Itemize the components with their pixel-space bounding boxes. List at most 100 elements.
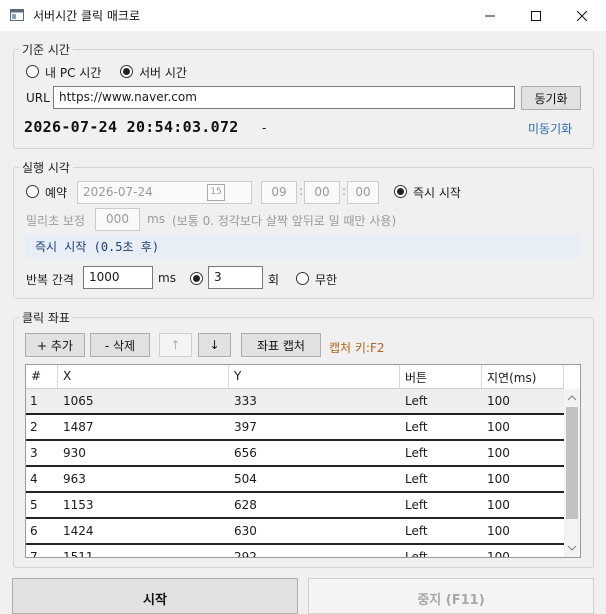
- row-x: 930: [63, 446, 86, 460]
- table-row[interactable]: 2 1487 397 Left 100: [26, 415, 564, 441]
- minute-input[interactable]: 00: [304, 181, 340, 204]
- window-title: 서버시간 클릭 매크로: [33, 9, 140, 23]
- row-index: 1: [30, 394, 38, 408]
- row-index: 5: [30, 498, 38, 512]
- coords-legend: 클릭 좌표: [19, 309, 73, 326]
- hour-input[interactable]: 09: [261, 181, 297, 204]
- table-row[interactable]: 4 963 504 Left 100: [26, 467, 564, 493]
- time-separator-2: :: [342, 184, 347, 198]
- coords-table[interactable]: # X Y 버튼 지연(ms) 1 1065 333 Left 100 2 14…: [25, 364, 581, 558]
- row-delay: 100: [487, 498, 510, 512]
- second-input[interactable]: 00: [347, 181, 379, 204]
- maximize-button[interactable]: [513, 0, 559, 31]
- row-delay: 100: [487, 420, 510, 434]
- row-y: 656: [234, 446, 257, 460]
- row-y: 630: [234, 524, 257, 538]
- row-button: Left: [405, 420, 428, 434]
- current-time-display: 2026-07-24 20:54:03.072: [24, 118, 239, 136]
- start-info-banner: 즉시 시작 (0.5초 후): [25, 234, 581, 258]
- table-row[interactable]: 6 1424 630 Left 100: [26, 519, 564, 545]
- scroll-up-icon[interactable]: [567, 394, 577, 401]
- repeat-unit-label: ms: [158, 271, 176, 285]
- row-delay: 100: [487, 446, 510, 460]
- move-up-button[interactable]: ↑: [159, 333, 192, 357]
- add-button[interactable]: + 추가: [25, 333, 85, 357]
- row-delay: 100: [487, 524, 510, 538]
- start-button[interactable]: 시작: [12, 578, 298, 614]
- maximize-icon: [531, 10, 541, 21]
- ms-hint: (보통 0. 정각보다 살짝 앞뒤로 밀 때만 사용): [172, 214, 397, 228]
- row-delay: 100: [487, 550, 510, 558]
- calendar-day: 15: [210, 187, 222, 197]
- row-x: 963: [63, 472, 86, 486]
- calendar-icon[interactable]: 15: [207, 184, 225, 201]
- infinite-label[interactable]: 무한: [315, 271, 337, 288]
- row-index: 4: [30, 472, 38, 486]
- reserve-radio[interactable]: [26, 185, 39, 198]
- infinite-radio[interactable]: [296, 272, 309, 285]
- table-scrollbar[interactable]: [564, 389, 580, 557]
- repeat-interval-input[interactable]: 1000: [83, 266, 153, 289]
- column-header-button[interactable]: 버튼: [400, 365, 482, 389]
- reserve-date-value: 2026-07-24: [83, 185, 153, 199]
- table-header: # X Y 버튼 지연(ms): [26, 365, 564, 389]
- column-header-delay[interactable]: 지연(ms): [482, 365, 564, 389]
- local-time-label[interactable]: 내 PC 시간: [45, 64, 101, 81]
- server-time-radio[interactable]: [120, 65, 133, 78]
- scroll-thumb[interactable]: [566, 407, 578, 519]
- row-index: 3: [30, 446, 38, 460]
- move-down-button[interactable]: ↓: [198, 333, 231, 357]
- server-time-label[interactable]: 서버 시간: [139, 64, 187, 81]
- capture-coords-button[interactable]: 좌표 캡처: [241, 333, 321, 357]
- table-row[interactable]: 1 1065 333 Left 100: [26, 389, 564, 415]
- scroll-down-icon[interactable]: [567, 545, 577, 552]
- column-header-x[interactable]: X: [58, 365, 229, 389]
- execution-legend: 실행 시각: [19, 159, 73, 176]
- row-x: 1153: [63, 498, 94, 512]
- close-icon: [577, 10, 587, 21]
- url-input[interactable]: https://www.naver.com: [53, 86, 515, 109]
- row-button: Left: [405, 446, 428, 460]
- app-window-icon: [10, 9, 24, 21]
- url-label: URL: [26, 91, 50, 105]
- local-time-radio[interactable]: [26, 65, 39, 78]
- row-button: Left: [405, 394, 428, 408]
- reserve-date-picker[interactable]: 2026-07-24: [77, 181, 252, 204]
- sync-button[interactable]: 동기화: [521, 86, 581, 110]
- row-button: Left: [405, 550, 428, 558]
- ms-correction-input[interactable]: 000: [95, 208, 140, 231]
- count-radio[interactable]: [190, 272, 203, 285]
- repeat-interval-label: 반복 간격: [26, 273, 74, 287]
- row-x: 1424: [63, 524, 94, 538]
- time-suffix: -: [262, 121, 267, 135]
- table-row[interactable]: 3 930 656 Left 100: [26, 441, 564, 467]
- table-row[interactable]: 7 1511 292 Left 100: [26, 545, 564, 558]
- close-button[interactable]: [559, 0, 605, 31]
- column-header-y[interactable]: Y: [229, 365, 400, 389]
- minimize-button[interactable]: [467, 0, 513, 31]
- immediate-radio[interactable]: [394, 185, 407, 198]
- row-index: 2: [30, 420, 38, 434]
- reserve-label[interactable]: 예약: [45, 184, 67, 201]
- immediate-label[interactable]: 즉시 시작: [413, 184, 461, 201]
- row-x: 1065: [63, 394, 94, 408]
- title-bar: 서버시간 클릭 매크로: [0, 0, 606, 31]
- row-delay: 100: [487, 394, 510, 408]
- delete-button[interactable]: - 삭제: [90, 333, 150, 357]
- minimize-icon: [485, 15, 495, 16]
- column-header-index[interactable]: #: [26, 365, 58, 389]
- row-y: 628: [234, 498, 257, 512]
- table-body: 1 1065 333 Left 100 2 1487 397 Left 100 …: [26, 389, 564, 558]
- row-button: Left: [405, 498, 428, 512]
- ms-correction-label: 밀리초 보정: [26, 214, 86, 228]
- row-y: 292: [234, 550, 257, 558]
- count-unit-label: 회: [268, 273, 280, 287]
- table-row[interactable]: 5 1153 628 Left 100: [26, 493, 564, 519]
- base-time-legend: 기준 시간: [19, 41, 73, 58]
- row-button: Left: [405, 472, 428, 486]
- ms-unit-label: ms: [147, 212, 165, 226]
- row-index: 6: [30, 524, 38, 538]
- stop-button[interactable]: 중지 (F11): [308, 578, 594, 614]
- row-y: 397: [234, 420, 257, 434]
- repeat-count-input[interactable]: 3: [208, 266, 263, 289]
